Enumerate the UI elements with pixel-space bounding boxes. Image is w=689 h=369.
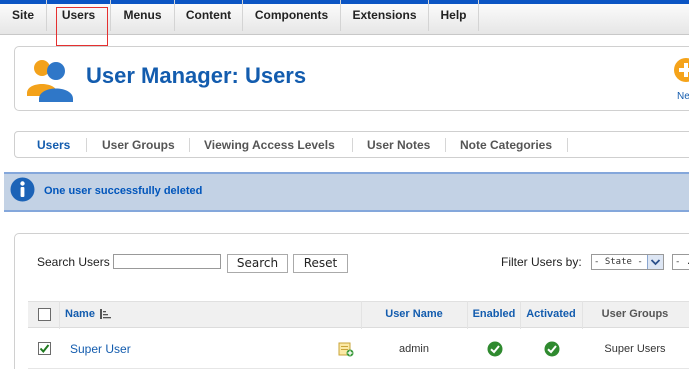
chevron-down-icon (647, 255, 663, 269)
menu-help[interactable]: Help (429, 0, 479, 31)
submenu-users[interactable]: Users (37, 135, 70, 155)
menu-components[interactable]: Components (243, 0, 341, 31)
menu-extensions[interactable]: Extensions (341, 0, 429, 31)
menu-menus[interactable]: Menus (111, 0, 175, 31)
sort-icon (100, 309, 112, 320)
state-select[interactable]: - State - (591, 254, 664, 270)
state-select-value: - State - (594, 257, 643, 267)
submenu-note-categories[interactable]: Note Categories (460, 135, 552, 155)
search-input[interactable] (113, 254, 221, 269)
search-label: Search Users (37, 255, 110, 269)
username-cell: admin (399, 343, 429, 355)
submenu-divider (352, 138, 353, 152)
message-text: One user successfully deleted (44, 185, 203, 197)
column-header-enabled[interactable]: Enabled (468, 301, 520, 328)
column-name-label: Name (65, 308, 95, 320)
highlight-box (56, 7, 108, 46)
row-checkbox[interactable] (38, 342, 51, 355)
enabled-status-icon[interactable] (487, 341, 503, 357)
user-groups-cell: Super Users (604, 343, 666, 355)
user-manager-icon (24, 55, 76, 103)
column-header-name[interactable]: Name (65, 301, 112, 328)
menu-content[interactable]: Content (175, 0, 243, 31)
new-button-label: Ne (677, 91, 689, 102)
reset-button[interactable]: Reset (293, 254, 348, 273)
page-title: User Manager: Users (86, 63, 307, 88)
activated-status-icon[interactable] (544, 341, 560, 357)
submenu-viewing-access-levels[interactable]: Viewing Access Levels (204, 135, 335, 155)
select-all-checkbox[interactable] (38, 308, 51, 321)
submenu-divider (445, 138, 446, 152)
submenu-divider (567, 138, 568, 152)
user-name-link[interactable]: Super User (70, 329, 131, 369)
add-icon (674, 58, 689, 82)
check-icon (39, 344, 50, 354)
column-header-activated[interactable]: Activated (521, 301, 581, 328)
submenu-divider (86, 138, 87, 152)
column-header-username[interactable]: User Name (362, 301, 466, 328)
add-note-icon[interactable] (338, 341, 354, 357)
submenu-divider (189, 138, 190, 152)
secondary-filter-select[interactable]: - . (672, 254, 689, 270)
submenu-user-groups[interactable]: User Groups (102, 135, 175, 155)
submenu-user-notes[interactable]: User Notes (367, 135, 430, 155)
menu-site[interactable]: Site (0, 0, 47, 31)
new-button[interactable]: Ne (671, 57, 689, 102)
search-button[interactable]: Search (227, 254, 288, 273)
filter-label: Filter Users by: (501, 255, 582, 269)
info-icon (10, 177, 35, 202)
column-header-user-groups: User Groups (601, 308, 669, 320)
